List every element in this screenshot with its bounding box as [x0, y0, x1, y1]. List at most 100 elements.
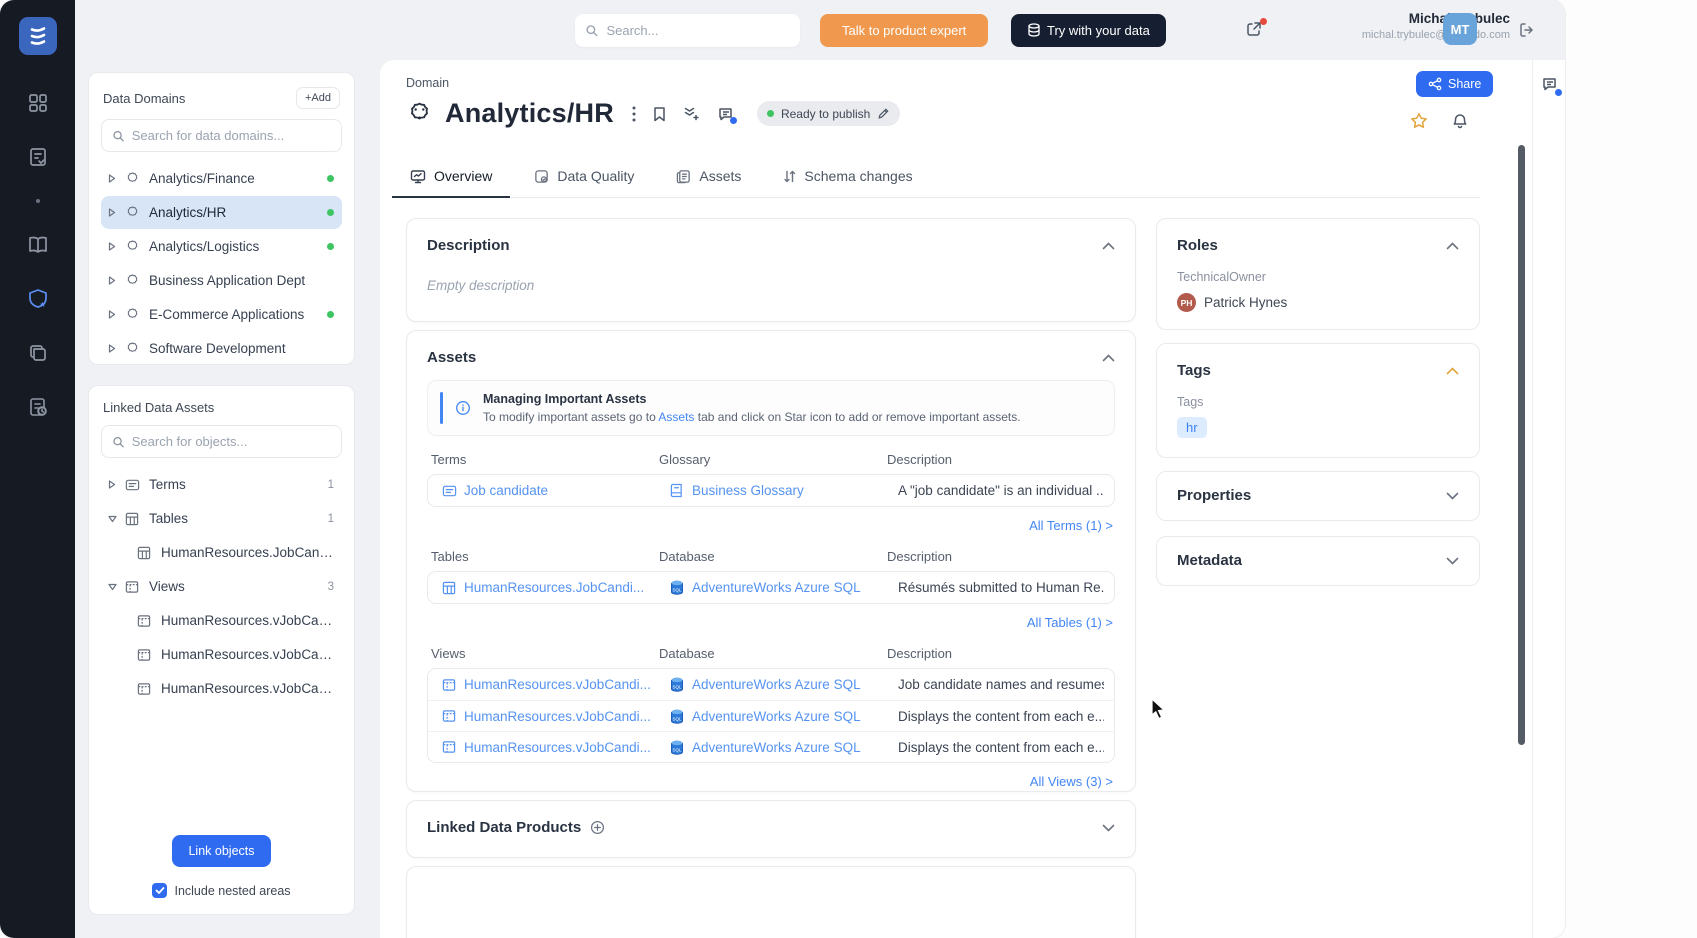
expand-chevron-icon[interactable] — [1446, 492, 1459, 500]
domain-item[interactable]: Analytics/HR — [101, 196, 342, 229]
table-row[interactable]: HumanResources.vJobCandi...SQLAdventureW… — [428, 700, 1114, 731]
scrollbar-thumb[interactable] — [1518, 145, 1525, 745]
asset-name-link[interactable]: HumanResources.vJobCandi... — [432, 740, 660, 755]
asset-middle-link[interactable]: SQLAdventureWorks Azure SQL — [660, 740, 888, 755]
table-row[interactable]: Job candidateBusiness GlossaryA "job can… — [428, 475, 1114, 506]
table-row[interactable]: HumanResources.vJobCandi...SQLAdventureW… — [428, 669, 1114, 700]
domain-item[interactable]: E-Commerce Applications — [101, 298, 342, 331]
favorite-star-icon[interactable] — [1410, 112, 1428, 130]
all-items-link[interactable]: All Views (3) > — [427, 763, 1115, 789]
dashboard-icon[interactable] — [26, 91, 50, 115]
tag-chip[interactable]: hr — [1177, 417, 1207, 438]
asset-tree-child[interactable]: HumanResources.vJobCan... — [101, 638, 342, 671]
caret-right-icon[interactable] — [107, 344, 117, 353]
asset-count-badge: 1 — [328, 479, 334, 491]
domain-item[interactable]: Analytics/Finance — [101, 162, 342, 195]
asset-tree-node[interactable]: Tables1 — [101, 502, 342, 535]
global-search[interactable] — [575, 14, 800, 47]
follow-icon[interactable] — [683, 105, 700, 122]
notifications-bell-icon[interactable] — [1452, 113, 1468, 130]
collections-icon[interactable] — [26, 341, 50, 365]
include-nested-checkbox[interactable]: Include nested areas — [152, 883, 290, 898]
caret-right-icon[interactable] — [107, 480, 117, 489]
app-logo[interactable] — [19, 17, 57, 55]
talk-to-expert-button[interactable]: Talk to product expert — [820, 14, 988, 47]
add-domain-button[interactable]: +Add — [296, 87, 340, 109]
asset-name-link[interactable]: HumanResources.vJobCandi... — [432, 709, 660, 724]
asset-tree-child[interactable]: HumanResources.vJobCan... — [101, 604, 342, 637]
asset-tree-child[interactable]: HumanResources.JobCand... — [101, 536, 342, 569]
collapse-chevron-icon[interactable] — [1102, 354, 1115, 362]
comments-icon[interactable] — [717, 106, 734, 122]
global-search-input[interactable] — [606, 23, 790, 38]
asset-name-link[interactable]: Job candidate — [432, 483, 660, 498]
domain-item[interactable]: Analytics/Logistics — [101, 230, 342, 263]
avatar[interactable]: MT — [1443, 13, 1477, 45]
tab-data-quality[interactable]: Data Quality — [530, 158, 638, 197]
person-name: Patrick Hynes — [1204, 295, 1287, 310]
asset-tree-node[interactable]: Views 3 — [101, 570, 342, 603]
domain-item[interactable]: Software Development — [101, 332, 342, 365]
asset-name-link[interactable]: HumanResources.JobCandi... — [432, 580, 660, 595]
caret-right-icon[interactable] — [107, 208, 117, 217]
assets-tab-link[interactable]: Assets — [658, 410, 694, 424]
domain-item[interactable]: Business Application Dept — [101, 264, 342, 297]
user-block[interactable]: Michał Trybulec michal.trybulec@dataedo.… — [1300, 11, 1510, 41]
comments-sidebar-icon[interactable] — [1541, 76, 1559, 94]
bookmark-icon[interactable] — [653, 106, 666, 122]
asset-tree-node[interactable]: Terms 1 — [101, 468, 342, 501]
all-items-link[interactable]: All Tables (1) > — [427, 604, 1115, 630]
expand-chevron-icon[interactable] — [1446, 557, 1459, 565]
domains-icon[interactable] — [26, 287, 50, 311]
glossary-icon[interactable] — [26, 233, 50, 257]
share-button[interactable]: Share — [1416, 71, 1493, 97]
collapse-chevron-icon[interactable] — [1102, 242, 1115, 250]
objects-search-input[interactable] — [132, 434, 331, 449]
tab-label: Data Quality — [557, 168, 634, 184]
domain-search[interactable] — [101, 119, 342, 152]
asset-count-badge: 3 — [328, 581, 334, 593]
asset-name-link[interactable]: HumanResources.vJobCandi... — [432, 677, 660, 692]
all-items-link[interactable]: All Terms (1) > — [427, 507, 1115, 533]
link-objects-button[interactable]: Link objects — [172, 835, 270, 867]
expand-chevron-icon[interactable] — [1102, 824, 1115, 832]
caret-right-icon[interactable] — [107, 276, 117, 285]
collapse-chevron-icon[interactable] — [1446, 242, 1459, 250]
collapse-chevron-icon[interactable] — [1446, 367, 1459, 375]
role-person[interactable]: PH Patrick Hynes — [1177, 293, 1459, 312]
more-menu-icon[interactable] — [632, 106, 636, 122]
share-notification-icon[interactable] — [1245, 20, 1265, 40]
asset-middle-link[interactable]: Business Glossary — [660, 483, 888, 498]
tags-label: Tags — [1177, 395, 1459, 409]
status-badge[interactable]: Ready to publish — [757, 101, 900, 126]
status-dot — [767, 110, 774, 117]
tab-schema-changes[interactable]: Schema changes — [779, 158, 916, 197]
logout-icon[interactable] — [1518, 21, 1536, 39]
caret-right-icon[interactable] — [107, 310, 117, 319]
asset-middle-link[interactable]: SQLAdventureWorks Azure SQL — [660, 580, 888, 595]
asset-middle-link[interactable]: SQLAdventureWorks Azure SQL — [660, 677, 888, 692]
asset-child-label: HumanResources.vJobCan... — [161, 613, 334, 628]
tab-overview[interactable]: Overview — [406, 158, 496, 197]
caret-down-icon[interactable] — [107, 583, 117, 591]
domain-search-input[interactable] — [132, 128, 331, 143]
asset-tree-label: Terms — [149, 477, 320, 492]
tab-assets[interactable]: Assets — [672, 158, 745, 197]
audit-icon[interactable] — [26, 395, 50, 419]
table-row[interactable]: HumanResources.vJobCandi...SQLAdventureW… — [428, 731, 1114, 762]
caret-right-icon[interactable] — [107, 242, 117, 251]
asset-middle-link[interactable]: SQLAdventureWorks Azure SQL — [660, 709, 888, 724]
checkbox-checked-icon[interactable] — [152, 883, 167, 898]
catalog-icon[interactable] — [26, 145, 50, 169]
try-with-data-button[interactable]: Try with your data — [1011, 14, 1166, 47]
svg-text:SQL: SQL — [672, 716, 682, 721]
nav-separator-dot — [36, 199, 40, 203]
add-circle-icon[interactable] — [590, 820, 605, 835]
objects-search[interactable] — [101, 425, 342, 458]
caret-down-icon[interactable] — [107, 515, 117, 523]
asset-tree-child[interactable]: HumanResources.vJobCan... — [101, 672, 342, 705]
properties-card: Properties — [1156, 471, 1480, 521]
table-row[interactable]: HumanResources.JobCandi...SQLAdventureWo… — [428, 572, 1114, 603]
caret-right-icon[interactable] — [107, 174, 117, 183]
asset-tree-label: Views — [149, 579, 320, 594]
